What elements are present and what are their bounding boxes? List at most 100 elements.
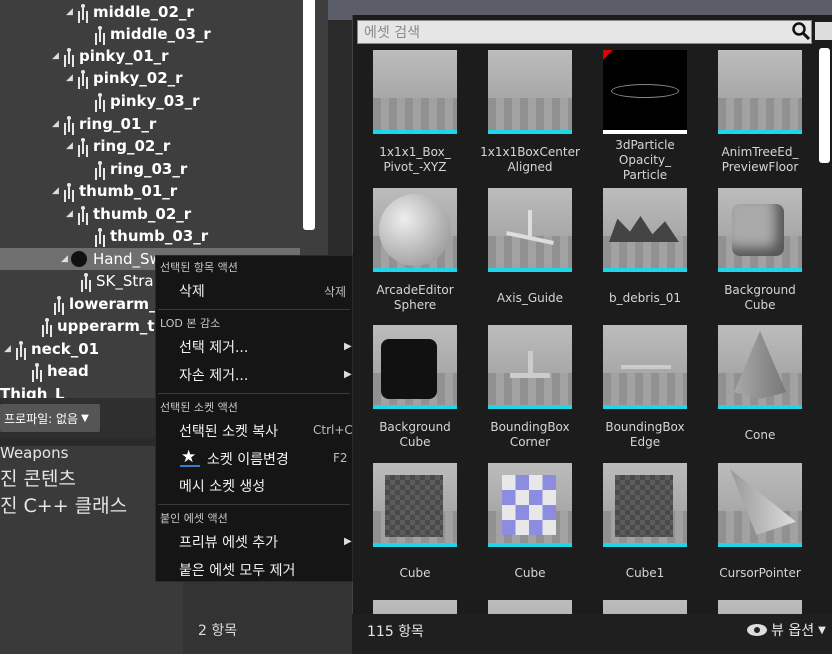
menu-item-delete[interactable]: 삭제 [179, 281, 205, 301]
tree-row-label: SK_Stra [96, 272, 154, 290]
asset-thumbnail [373, 188, 457, 272]
tree-row[interactable]: ◢ ring_01_r [52, 113, 156, 135]
asset-label: b_debris_01 [608, 290, 682, 305]
bone-icon [93, 92, 107, 110]
collapse-arrow-icon[interactable]: ◢ [66, 141, 76, 151]
tree-row-label: Thigh_L [0, 385, 65, 398]
asset-thumbnail [373, 325, 457, 409]
tree-scrollbar[interactable] [303, 0, 315, 230]
collapse-arrow-icon[interactable]: ◢ [66, 7, 76, 17]
folder-weapons[interactable]: Weapons [0, 444, 68, 462]
tree-row-label: pinky_01_r [79, 47, 169, 65]
tree-row[interactable]: ◢ thumb_01_r [52, 180, 177, 202]
asset-label: 1x1x1_Box_ Pivot_-XYZ [379, 145, 451, 174]
tree-row-lowerarm[interactable]: lowerarm_ [52, 293, 157, 315]
asset-thumbnail [603, 600, 687, 614]
asset-label: BoundingBox Corner [490, 420, 570, 449]
asset-thumbnail [488, 188, 572, 272]
asset-thumbnail [373, 50, 457, 134]
tree-row[interactable]: ◢ middle_02_r [66, 1, 194, 23]
eye-icon [747, 624, 767, 636]
bone-icon [93, 160, 107, 178]
tree-row-head[interactable]: head [30, 360, 89, 382]
asset-label: Background Cube [724, 283, 796, 312]
collapse-arrow-icon[interactable]: ◢ [4, 344, 14, 354]
asset-thumbnail [488, 463, 572, 547]
tree-row-label: thumb_02_r [93, 205, 192, 223]
menu-item-create-mesh-socket[interactable]: 메시 소켓 생성 [179, 476, 265, 496]
collapse-arrow-icon[interactable]: ◢ [61, 254, 71, 264]
bone-icon [52, 295, 66, 313]
bone-icon [62, 47, 76, 65]
tree-row-thigh[interactable]: Thigh_L [0, 383, 65, 398]
asset-label: CursorPointer [719, 565, 801, 580]
tree-row[interactable]: thumb_03_r [93, 225, 208, 247]
shortcut-rename: F2 [333, 451, 348, 465]
asset-thumbnail [373, 600, 457, 614]
bone-icon [76, 205, 90, 223]
tree-row-upperarm[interactable]: upperarm_tw [40, 315, 168, 337]
menu-item-rename-socket[interactable]: 소켓 이름변경 [207, 449, 289, 469]
folder-engine-content[interactable]: 진 콘텐츠 [0, 464, 76, 491]
tree-row-label: middle_02_r [93, 3, 194, 21]
bone-icon [62, 182, 76, 200]
chevron-down-icon: ▼ [818, 624, 826, 636]
asset-thumbnail [488, 325, 572, 409]
bone-icon [79, 272, 93, 290]
menu-item-remove-children[interactable]: 자손 제거... [179, 365, 248, 385]
tree-row-label: neck_01 [31, 340, 100, 358]
tree-row-label: pinky_03_r [110, 92, 200, 110]
picker-scrollbar[interactable] [819, 48, 830, 163]
user-icon[interactable] [815, 22, 832, 40]
tree-row[interactable]: middle_03_r [93, 23, 211, 45]
menu-separator [158, 393, 350, 394]
asset-thumbnail [603, 50, 687, 134]
asset-thumbnail [603, 463, 687, 547]
tree-row-label: head [47, 362, 89, 380]
asset-thumbnail [718, 463, 802, 547]
tree-row[interactable]: ◢ pinky_02_r [66, 67, 183, 89]
collapse-arrow-icon[interactable]: ◢ [52, 186, 62, 196]
search-input[interactable]: 에셋 검색 [357, 20, 812, 44]
asset-label: 1x1x1BoxCenter Aligned [480, 145, 580, 174]
tree-row-label: lowerarm_ [69, 295, 157, 313]
tree-row[interactable]: ◢ thumb_02_r [66, 203, 191, 225]
collapse-arrow-icon[interactable]: ◢ [52, 119, 62, 129]
profile-dropdown[interactable]: 프로파일: 없음 ▼ [0, 404, 100, 432]
submenu-arrow-icon: ▶ [344, 536, 352, 547]
tree-row[interactable]: pinky_03_r [93, 90, 200, 112]
asset-thumbnail [718, 188, 802, 272]
menu-item-add-preview-asset[interactable]: 프리뷰 에셋 추가 [179, 532, 278, 552]
collapse-arrow-icon[interactable]: ◢ [52, 51, 62, 61]
menu-item-remove-selected[interactable]: 선택 제거... [179, 337, 248, 357]
tree-row[interactable]: ◢ pinky_01_r [52, 45, 169, 67]
tree-row-socket[interactable]: SK_Stra [79, 270, 154, 292]
bone-icon [93, 227, 107, 245]
asset-label: Cube1 [625, 565, 665, 580]
folder-cpp-classes[interactable]: 진 C++ 클래스 [0, 491, 127, 518]
menu-item-remove-all-assets[interactable]: 붙은 에셋 모두 제거 [179, 560, 295, 580]
rename-star-icon: ★ [181, 447, 197, 467]
asset-thumbnail [603, 325, 687, 409]
collapse-arrow-icon[interactable]: ◢ [66, 209, 76, 219]
asset-label: 3dParticle Opacity_ Particle [615, 137, 675, 182]
menu-item-copy-socket[interactable]: 선택된 소켓 복사 [179, 421, 278, 441]
chevron-down-icon: ▼ [81, 412, 89, 424]
tree-row-neck[interactable]: ◢ neck_01 [4, 338, 99, 360]
view-options-button[interactable]: 뷰 옵션 ▼ [747, 620, 826, 640]
item-count: 2 항목 [198, 623, 238, 639]
search-placeholder: 에셋 검색 [364, 25, 420, 41]
asset-thumbnail [718, 600, 802, 614]
search-icon[interactable] [792, 22, 810, 40]
menu-separator [158, 504, 350, 505]
shortcut-copy: Ctrl+C [313, 423, 353, 437]
tree-row-label: middle_03_r [110, 25, 211, 43]
tree-row[interactable]: ◢ ring_02_r [66, 135, 170, 157]
tree-row-label: Hand_Sw [93, 250, 162, 268]
socket-icon [71, 251, 87, 267]
asset-thumbnail [603, 188, 687, 272]
tree-row[interactable]: ring_03_r [93, 158, 187, 180]
asset-label: Background Cube [379, 420, 451, 449]
menu-separator [158, 309, 350, 310]
collapse-arrow-icon[interactable]: ◢ [66, 73, 76, 83]
